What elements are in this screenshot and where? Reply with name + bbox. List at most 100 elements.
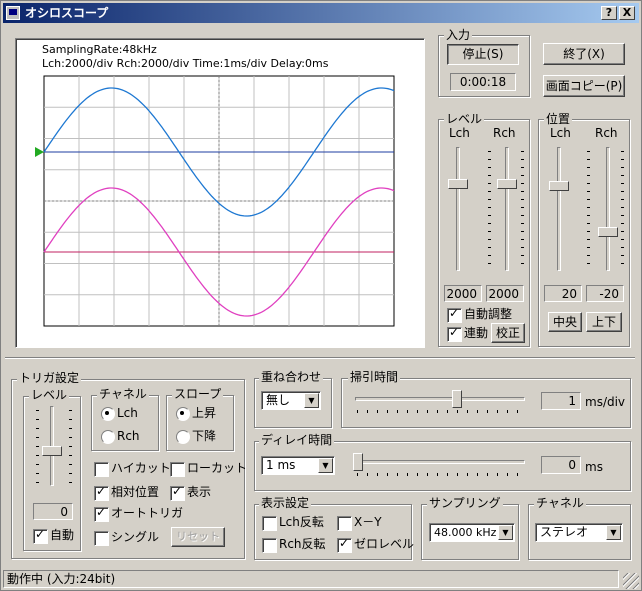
- tick-mark: [621, 255, 624, 256]
- position-rch-slider[interactable]: [598, 227, 618, 237]
- tick-mark: [521, 207, 524, 208]
- auto-adjust-checkbox[interactable]: 自動調整: [447, 306, 512, 323]
- slope-up-radio[interactable]: 上昇: [176, 406, 216, 421]
- lch-invert-checkbox[interactable]: Lch反転: [262, 515, 324, 531]
- single-checkbox[interactable]: シングル: [94, 530, 159, 546]
- tick-mark: [621, 167, 624, 168]
- tick-mark: [621, 175, 624, 176]
- tick-mark: [487, 410, 488, 413]
- updown-button[interactable]: 上下: [586, 312, 622, 332]
- lowcut-checkbox[interactable]: ローカット: [170, 461, 247, 477]
- reset-button[interactable]: リセット: [171, 527, 225, 547]
- sweep-slider[interactable]: [452, 390, 462, 408]
- tick-mark: [36, 437, 39, 438]
- tick-mark: [69, 446, 72, 447]
- title-bar[interactable]: オシロスコープ ? X: [3, 3, 639, 23]
- tick-mark: [497, 410, 498, 413]
- close-button[interactable]: X: [619, 6, 635, 20]
- linked-checkbox[interactable]: 連動: [447, 325, 488, 342]
- tick-mark: [621, 215, 624, 216]
- trigger-level-label: レベル: [29, 388, 70, 402]
- tick-mark: [69, 473, 72, 474]
- position-rch-track: [606, 147, 610, 271]
- position-group-label: 位置: [544, 112, 573, 126]
- stop-button[interactable]: 停止(S): [447, 44, 519, 65]
- tick-mark: [521, 151, 524, 152]
- tick-mark: [521, 255, 524, 256]
- center-button[interactable]: 中央: [548, 312, 582, 332]
- window-title: オシロスコープ: [25, 6, 109, 20]
- sampling-select[interactable]: 48.000 kHz ▼: [429, 523, 515, 542]
- tick-mark: [417, 410, 418, 413]
- calibrate-button[interactable]: 校正: [491, 323, 525, 343]
- trigger-slope-label: スロープ: [172, 387, 224, 401]
- tick-mark: [488, 223, 491, 224]
- tick-mark: [521, 263, 524, 264]
- tick-mark: [621, 223, 624, 224]
- tick-mark: [488, 183, 491, 184]
- tick-mark: [621, 263, 624, 264]
- tick-mark: [521, 199, 524, 200]
- slope-down-radio[interactable]: 下降: [176, 429, 216, 444]
- channel-rch-radio[interactable]: Rch: [101, 429, 140, 444]
- position-lch-slider[interactable]: [549, 181, 569, 191]
- display-settings-label: 表示設定: [259, 496, 312, 510]
- delay-slider[interactable]: [353, 453, 363, 471]
- tick-mark: [521, 239, 524, 240]
- tick-mark: [387, 473, 388, 476]
- tick-mark: [517, 473, 518, 476]
- tick-mark: [36, 410, 39, 411]
- tick-mark: [488, 175, 491, 176]
- level-rch-value: 2000: [486, 285, 524, 302]
- channel-select[interactable]: ステレオ ▼: [535, 523, 623, 542]
- help-button[interactable]: ?: [601, 6, 617, 20]
- highcut-checkbox[interactable]: ハイカット: [94, 461, 171, 477]
- zero-level-checkbox[interactable]: ゼロレベル: [337, 536, 414, 553]
- elapsed-time: 0:00:18: [450, 73, 516, 91]
- tick-mark: [69, 482, 72, 483]
- tick-mark: [587, 247, 590, 248]
- trigger-display-checkbox[interactable]: 表示: [170, 484, 211, 501]
- level-lch-track: [456, 147, 460, 271]
- tick-mark: [36, 428, 39, 429]
- exit-button[interactable]: 終了(X): [543, 43, 625, 65]
- tick-mark: [587, 231, 590, 232]
- trigger-auto-checkbox[interactable]: 自動: [33, 527, 74, 544]
- tick-mark: [521, 159, 524, 160]
- trigger-level-value: 0: [33, 503, 73, 520]
- level-rch-track: [505, 147, 509, 271]
- tick-mark: [517, 410, 518, 413]
- tick-mark: [621, 231, 624, 232]
- tick-mark: [488, 167, 491, 168]
- tick-mark: [357, 473, 358, 476]
- level-rch-slider[interactable]: [497, 179, 517, 189]
- channel-label: チャネル: [534, 496, 586, 510]
- tick-mark: [621, 191, 624, 192]
- xy-checkbox[interactable]: X－Y: [337, 515, 382, 531]
- oscilloscope-window: オシロスコープ ? X SamplingRate:48kHz Lch:2000/…: [0, 0, 642, 591]
- trigger-level-slider[interactable]: [42, 446, 62, 456]
- tick-mark: [621, 151, 624, 152]
- resize-grip-icon[interactable]: [623, 573, 639, 589]
- delay-select[interactable]: 1 ms ▼: [261, 456, 335, 475]
- level-lch-slider[interactable]: [448, 179, 468, 189]
- tick-mark: [507, 473, 508, 476]
- rch-invert-checkbox[interactable]: Rch反転: [262, 537, 326, 553]
- tick-mark: [467, 410, 468, 413]
- level-group-label: レベル: [444, 112, 485, 126]
- tick-mark: [521, 215, 524, 216]
- trigger-group-label: トリガ設定: [17, 371, 82, 385]
- tick-mark: [521, 167, 524, 168]
- overlay-select[interactable]: 無し ▼: [261, 391, 321, 410]
- tick-mark: [587, 167, 590, 168]
- tick-mark: [487, 473, 488, 476]
- tick-mark: [457, 473, 458, 476]
- tick-mark: [397, 410, 398, 413]
- relative-position-checkbox[interactable]: 相対位置: [94, 484, 159, 501]
- tick-mark: [587, 223, 590, 224]
- channel-lch-radio[interactable]: Lch: [101, 406, 138, 421]
- tick-mark: [621, 207, 624, 208]
- tick-mark: [488, 231, 491, 232]
- screen-copy-button[interactable]: 画面コピー(P): [543, 75, 625, 97]
- autotrigger-checkbox[interactable]: オートトリガ: [94, 505, 183, 522]
